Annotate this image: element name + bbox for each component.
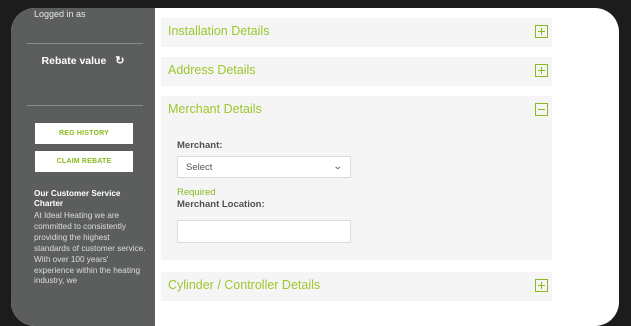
address-details-header[interactable]: Address Details [161,57,552,86]
plus-square-icon[interactable] [535,64,548,77]
chevron-down-icon: ⌄ [333,161,344,171]
minus-square-icon[interactable] [535,103,548,116]
sidebar-divider [27,105,143,106]
charter-text: At Ideal Heating we are committed to con… [34,211,146,286]
logged-in-label: Logged in as [34,9,86,19]
reg-history-button[interactable]: REG HISTORY [35,123,133,144]
section-title: Cylinder / Controller Details [168,278,321,292]
plus-square-icon[interactable] [535,279,548,292]
refresh-icon[interactable]: ↻ [115,54,124,67]
sidebar-divider [27,43,143,44]
sidebar: Logged in as Rebate value ↻ REG HISTORY … [11,8,155,326]
rebate-label: Rebate value [41,55,107,67]
installation-details-header[interactable]: Installation Details [161,18,552,47]
section-title: Installation Details [168,24,270,38]
merchant-label: Merchant: [177,140,223,151]
merchant-select[interactable]: Select ⌄ [177,156,351,178]
section-title: Merchant Details [168,102,262,116]
rebate-value: Rebate value ↻ [11,54,155,67]
claim-rebate-button[interactable]: CLAIM REBATE [35,151,133,172]
main-content: Installation Details Address Details Mer… [161,8,619,326]
merchant-location-label: Merchant Location: [177,199,265,210]
plus-square-icon[interactable] [535,25,548,38]
merchant-details-header[interactable]: Merchant Details [161,96,552,125]
merchant-select-value: Select [186,162,213,173]
charter-title: Our Customer Service Charter [34,189,121,208]
app-window: Logged in as Rebate value ↻ REG HISTORY … [11,8,619,326]
required-message: Required [177,187,216,198]
section-title: Address Details [168,63,256,77]
merchant-location-input[interactable] [177,220,351,243]
cylinder-controller-details-header[interactable]: Cylinder / Controller Details [161,272,552,301]
merchant-details-panel: Merchant Details Merchant: Select ⌄ Requ… [161,96,552,260]
